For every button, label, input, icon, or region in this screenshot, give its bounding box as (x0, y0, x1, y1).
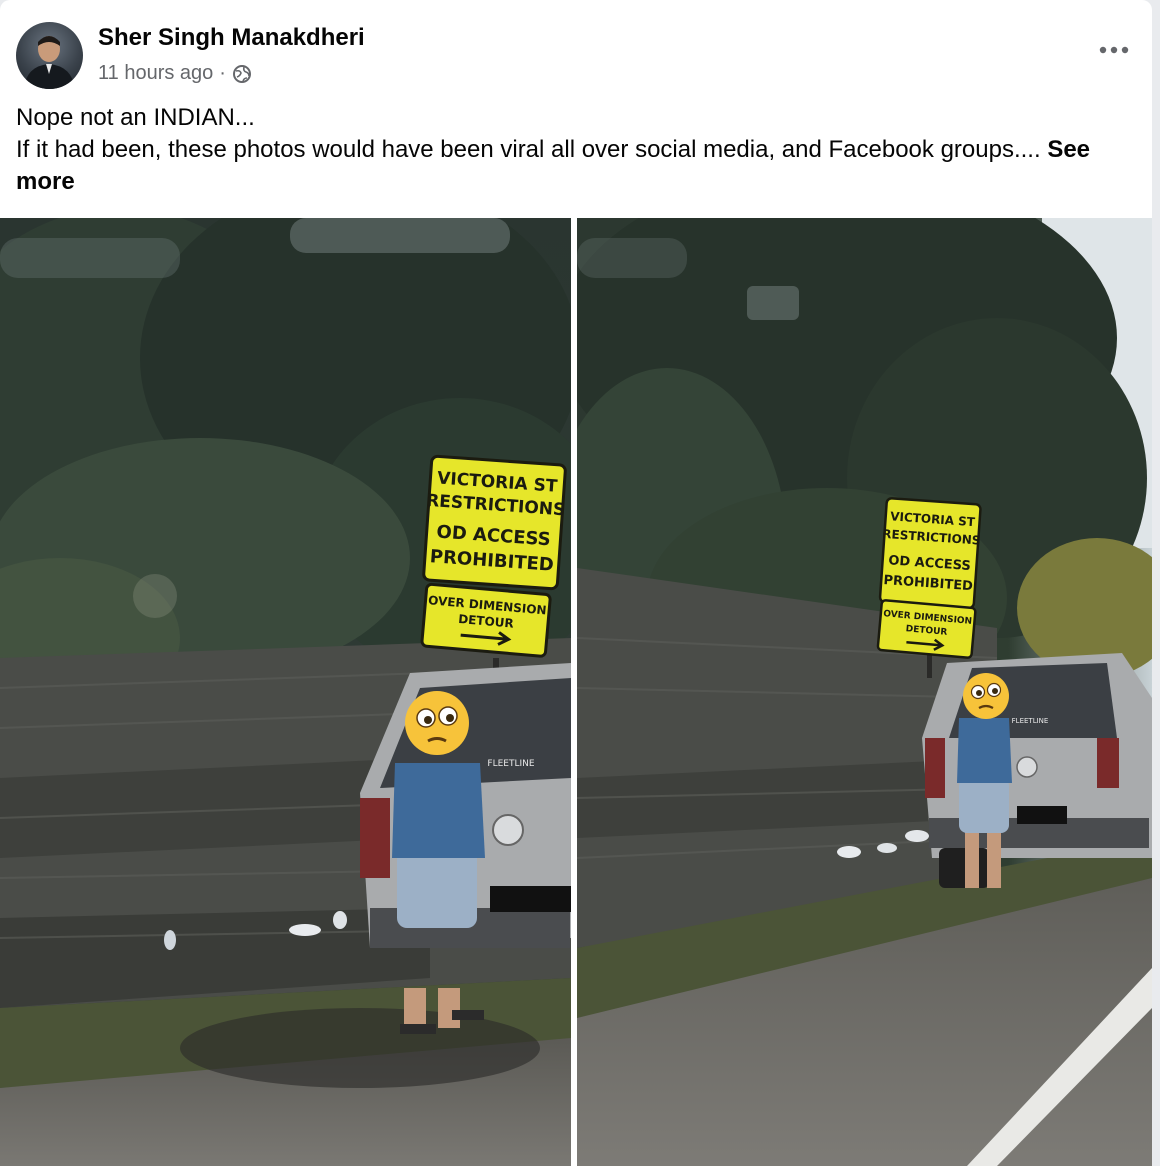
post-card: Sher Singh Manakdheri 11 hours ago · Nop… (0, 0, 1152, 1166)
face-emoji (405, 691, 469, 755)
photo-grid: VICTORIA ST RESTRICTIONS OD ACCESS PROHI… (0, 218, 1152, 1166)
photo-right[interactable]: VICTORIA ST RESTRICTIONS OD ACCESS PROHI… (577, 218, 1152, 1166)
photo-left[interactable]: VICTORIA ST RESTRICTIONS OD ACCESS PROHI… (0, 218, 571, 1166)
post-text-line1: Nope not an INDIAN... (16, 104, 255, 131)
post-text-line2: If it had been, these photos would have … (16, 134, 1126, 198)
post-header: Sher Singh Manakdheri 11 hours ago · (16, 20, 1136, 92)
author-avatar[interactable] (16, 22, 83, 89)
globe-icon[interactable] (232, 64, 252, 84)
face-emoji (963, 673, 1009, 719)
author-name[interactable]: Sher Singh Manakdheri (98, 24, 365, 52)
more-options-icon[interactable] (1094, 38, 1134, 62)
vehicle-text: FLEETLINE (1012, 717, 1049, 725)
post-text-body: If it had been, these photos would have … (16, 136, 1041, 163)
post-text: Nope not an INDIAN... If it had been, th… (16, 102, 1126, 198)
vehicle-text: FLEETLINE (487, 759, 534, 769)
post-timestamp[interactable]: 11 hours ago (98, 62, 213, 85)
post-meta: 11 hours ago · (98, 62, 252, 85)
meta-separator: · (219, 62, 226, 84)
